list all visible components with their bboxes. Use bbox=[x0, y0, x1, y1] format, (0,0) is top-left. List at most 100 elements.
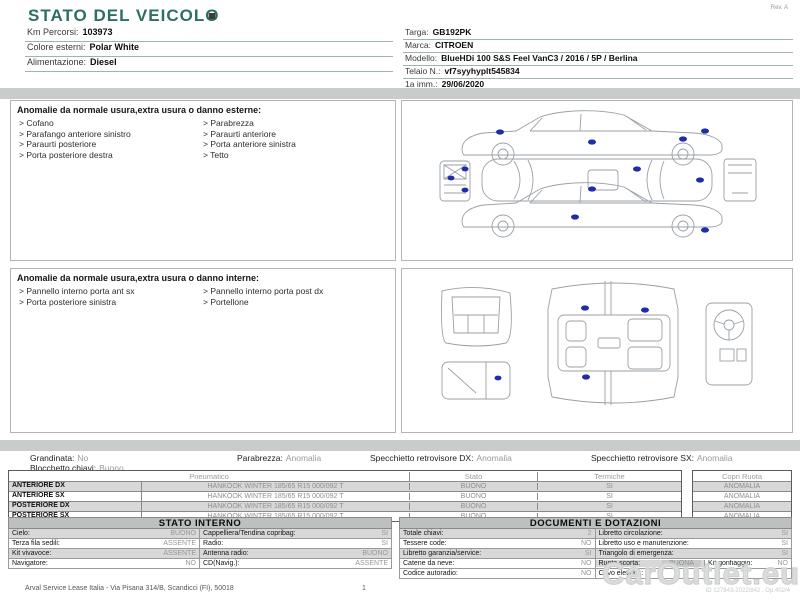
kv-cell: Libretto uso e manutenzione: SI bbox=[596, 539, 792, 548]
status-value: Anomalia bbox=[697, 453, 733, 463]
field-label: Targa: bbox=[405, 27, 429, 37]
field-value: Polar White bbox=[89, 42, 140, 52]
cell-label: Totale chiavi: bbox=[403, 530, 444, 537]
kv-cell: Catene da neve: NO bbox=[400, 559, 596, 568]
list-item: > Porta posteriore sinistra bbox=[19, 296, 117, 307]
cell-value: NO bbox=[581, 560, 592, 567]
interior-damage-markers bbox=[494, 305, 649, 381]
tyre-termiche: SI bbox=[606, 503, 613, 510]
info-row-km: Km Percorsi: 103973 bbox=[25, 27, 393, 42]
copri-ruota-value: ANOMALIA bbox=[723, 483, 761, 490]
page-title: STATO DEL VEICOLO bbox=[28, 6, 220, 25]
section-divider-bar bbox=[0, 88, 800, 99]
kv-cell: Cielo: BUONO bbox=[9, 529, 200, 538]
kv-cell: Libretto garanzia/service: SI bbox=[400, 549, 596, 558]
field-value: Diesel bbox=[90, 57, 117, 67]
field-value: CITROEN bbox=[434, 40, 474, 50]
cell-label: Codice autoradio: bbox=[403, 570, 458, 577]
tyre-spec: HANKOOK WINTER 185/65 R15 000/092 T bbox=[142, 483, 410, 490]
table-row: POSTERIORE DX HANKOOK WINTER 185/65 R15 … bbox=[9, 501, 681, 511]
status-specchietto-sx: Specchietto retrovisore SX: Anomalia bbox=[591, 453, 732, 463]
cell-label: Catene da neve: bbox=[403, 560, 455, 567]
kv-cell: Cappelliera/Tendina copribag: SI bbox=[200, 529, 391, 538]
table-row: ANOMALIA bbox=[693, 481, 791, 491]
table-row: Totale chiavi: 2 Libretto circolazione: SI bbox=[399, 529, 792, 539]
status-value: Anomalia bbox=[476, 453, 512, 463]
tyre-table-main: Pneumatico Stato Termiche ANTERIORE DX H… bbox=[8, 470, 682, 522]
tyre-stato: BUONO bbox=[410, 503, 538, 510]
cell-value: NO bbox=[185, 560, 197, 567]
caroutlet-watermark: CarOutlet.eu bbox=[601, 555, 800, 591]
field-value: BlueHDi 100 S&S Feel VanC3 / 2016 / 5P /… bbox=[441, 53, 638, 63]
list-item: > Pannello interno porta post dx bbox=[203, 286, 324, 296]
interior-anomalies-panel: Anomalie da normale usura,extra usura o … bbox=[10, 268, 396, 433]
car-rear-view bbox=[723, 158, 757, 202]
stato-interno-table: STATO INTERNO Cielo: BUONO Cappelliera/Te… bbox=[8, 517, 392, 569]
cell-value: SI bbox=[381, 530, 388, 537]
status-label: Parabrezza: bbox=[237, 453, 283, 463]
tyre-position: ANTERIORE DX bbox=[9, 482, 142, 491]
field-label: Telaio N.: bbox=[405, 66, 441, 76]
column-header: Termiche bbox=[594, 471, 625, 481]
cell-value: ASSENTE bbox=[355, 560, 388, 567]
interior-list-col1: > Pannello interno porta ant sx > Porta … bbox=[19, 286, 203, 307]
table-row: ANOMALIA bbox=[693, 501, 791, 511]
cabin-top-view bbox=[547, 281, 679, 405]
kv-cell: Totale chiavi: 2 bbox=[400, 529, 596, 538]
section-title: DOCUMENTI E DOTAZIONI bbox=[399, 517, 792, 529]
list-item: > Cofano bbox=[19, 118, 54, 128]
status-grandinata: Grandinata: No bbox=[30, 453, 88, 463]
info-row-colore: Colore esterni: Polar White bbox=[25, 42, 393, 57]
tyre-termiche: SI bbox=[606, 483, 613, 490]
field-label: Colore esterni: bbox=[27, 42, 86, 52]
kv-cell: Antenna radio: BUONO bbox=[200, 549, 391, 558]
kv-cell: Kit vivavoce: ASSENTE bbox=[9, 549, 200, 558]
cell-value: SI bbox=[381, 540, 388, 547]
tyre-spec: HANKOOK WINTER 185/65 R15 000/092 T bbox=[142, 503, 410, 510]
cell-value: BUONO bbox=[362, 550, 388, 557]
column-header: Pneumatico bbox=[9, 471, 410, 481]
exterior-anomalies-heading: Anomalie da normale usura,extra usura o … bbox=[17, 105, 262, 115]
interior-anomalies-list: > Pannello interno porta ant sx > Porta … bbox=[11, 286, 395, 307]
table-row: ANTERIORE DX HANKOOK WINTER 185/65 R15 0… bbox=[9, 481, 681, 491]
revision-label: Rev. A bbox=[770, 5, 788, 11]
cell-label: Libretto circolazione: bbox=[598, 530, 663, 537]
cell-label: Libretto uso e manutenzione: bbox=[598, 540, 689, 547]
table-row: Navigatore: NO CD(Navig.): ASSENTE bbox=[8, 559, 392, 569]
table-row: Cielo: BUONO Cappelliera/Tendina copribag… bbox=[8, 529, 392, 539]
tyre-table-copri-ruota: Copri Ruota ANOMALIA ANOMALIA ANOMALIA A… bbox=[692, 470, 792, 522]
list-item: > Tetto bbox=[203, 149, 229, 160]
cell-value: NO bbox=[581, 540, 592, 547]
list-item: > Porta posteriore destra bbox=[19, 149, 113, 160]
field-label: Marca: bbox=[405, 40, 431, 50]
list-item: > Porta anteriore sinistra bbox=[203, 139, 296, 149]
table-row: ANTERIORE SX HANKOOK WINTER 185/65 R15 0… bbox=[9, 491, 681, 501]
cell-value: SI bbox=[781, 540, 788, 547]
car-top-view bbox=[481, 158, 713, 202]
footer-page-number: 1 bbox=[362, 585, 366, 592]
exterior-list-col2: > Parabrezza > Paraurti anteriore > Port… bbox=[203, 118, 387, 160]
tyre-position: ANTERIORE SX bbox=[9, 492, 142, 501]
trunk-view bbox=[441, 286, 512, 347]
info-row-marca: Marca: CITROEN bbox=[403, 40, 793, 53]
exterior-damage-diagram bbox=[439, 110, 757, 238]
table-row: Terza fila sedili: ASSENTE Radio: SI bbox=[8, 539, 392, 549]
status-label: Specchietto retrovisore SX: bbox=[591, 453, 694, 463]
interior-anomalies-heading: Anomalie da normale usura,extra usura o … bbox=[17, 273, 260, 283]
tyre-table: Pneumatico Stato Termiche ANTERIORE DX H… bbox=[8, 470, 792, 522]
cell-label: Kit vivavoce: bbox=[12, 550, 52, 557]
cell-label: Terza fila sedili: bbox=[12, 540, 60, 547]
tyre-stato: BUONO bbox=[410, 493, 538, 500]
tailgate-view bbox=[441, 361, 511, 400]
exterior-damage-markers bbox=[447, 128, 709, 233]
status-specchietto-dx: Specchietto retrovisore DX: Anomalia bbox=[370, 453, 512, 463]
table-row: Tessere code: NO Libretto uso e manutenzi… bbox=[399, 539, 792, 549]
cell-value: ASSENTE bbox=[163, 550, 196, 557]
kv-cell: Codice autoradio: NO bbox=[400, 569, 596, 578]
kv-cell: Libretto circolazione: SI bbox=[596, 529, 792, 538]
tyre-termiche: SI bbox=[606, 493, 613, 500]
cell-label: Radio: bbox=[203, 540, 224, 547]
copri-ruota-value: ANOMALIA bbox=[723, 503, 761, 510]
cell-value: 2 bbox=[587, 530, 592, 537]
footer-company-address: Arval Service Lease Italia - Via Pisana … bbox=[25, 585, 234, 592]
